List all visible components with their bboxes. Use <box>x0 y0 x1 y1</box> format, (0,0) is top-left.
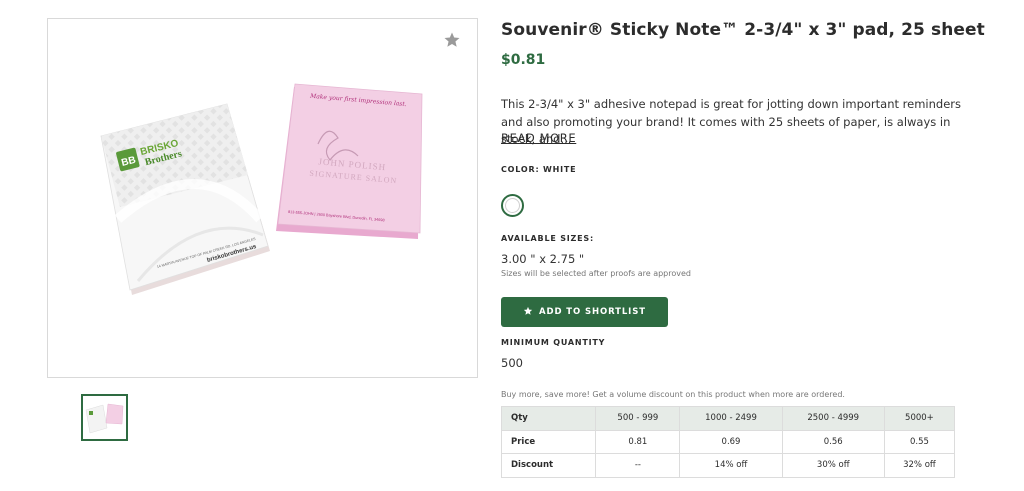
read-more-link[interactable]: READ MORE <box>501 131 576 145</box>
table-cell: 14% off <box>679 453 783 478</box>
table-cell: 30% off <box>781 453 885 478</box>
pricing-header-tier: 5000+ <box>883 406 956 431</box>
minimum-quantity-label: MINIMUM QUANTITY <box>501 338 606 347</box>
size-note: Sizes will be selected after proofs are … <box>501 269 691 278</box>
product-thumbnail[interactable] <box>81 394 128 441</box>
table-cell: 0.56 <box>781 429 885 454</box>
pricing-table: Qty 500 - 999 1000 - 2499 2500 - 4999 50… <box>500 406 956 478</box>
volume-discount-note: Buy more, save more! Get a volume discou… <box>501 390 845 399</box>
pricing-header-qty: Qty <box>500 406 597 431</box>
pricing-header-tier: 2500 - 4999 <box>781 406 885 431</box>
color-swatch-white[interactable] <box>501 194 524 217</box>
product-price: $0.81 <box>501 52 546 68</box>
table-cell: -- <box>595 453 681 478</box>
discount-row-label: Discount <box>500 453 597 478</box>
size-value: 3.00 " x 2.75 " <box>501 252 585 266</box>
pricing-header-tier: 500 - 999 <box>595 406 681 431</box>
price-row-label: Price <box>500 429 597 454</box>
table-cell: 0.81 <box>595 429 681 454</box>
color-swatch-fill <box>505 198 520 213</box>
table-row: Price 0.81 0.69 0.56 0.55 <box>500 429 956 454</box>
pricing-header-tier: 1000 - 2499 <box>679 406 783 431</box>
available-sizes-label: AVAILABLE SIZES: <box>501 234 594 243</box>
add-to-shortlist-label: ADD TO SHORTLIST <box>539 307 646 317</box>
product-title: Souvenir® Sticky Note™ 2-3/4" x 3" pad, … <box>501 20 985 40</box>
sticky-notes-illustration: BB BRISKO Brothers 14 MARTIN AVENUE TOP … <box>100 83 423 295</box>
pink-notepad: Make your first impression last. JOHN PO… <box>276 83 423 239</box>
add-to-shortlist-button[interactable]: ADD TO SHORTLIST <box>501 297 668 327</box>
product-main-image: BB BRISKO Brothers 14 MARTIN AVENUE TOP … <box>47 18 478 378</box>
favorite-star-icon[interactable] <box>443 31 461 49</box>
thumbnail-image <box>85 403 124 434</box>
white-notepad: BB BRISKO Brothers 14 MARTIN AVENUE TOP … <box>100 103 270 295</box>
color-label: COLOR: WHITE <box>501 165 577 174</box>
minimum-quantity-value: 500 <box>501 356 523 370</box>
table-cell: 0.69 <box>679 429 783 454</box>
table-row: Discount -- 14% off 30% off 32% off <box>500 453 956 478</box>
table-cell: 0.55 <box>883 429 956 454</box>
star-icon <box>523 306 533 319</box>
pricing-header-row: Qty 500 - 999 1000 - 2499 2500 - 4999 50… <box>500 406 956 431</box>
table-cell: 32% off <box>883 453 956 478</box>
